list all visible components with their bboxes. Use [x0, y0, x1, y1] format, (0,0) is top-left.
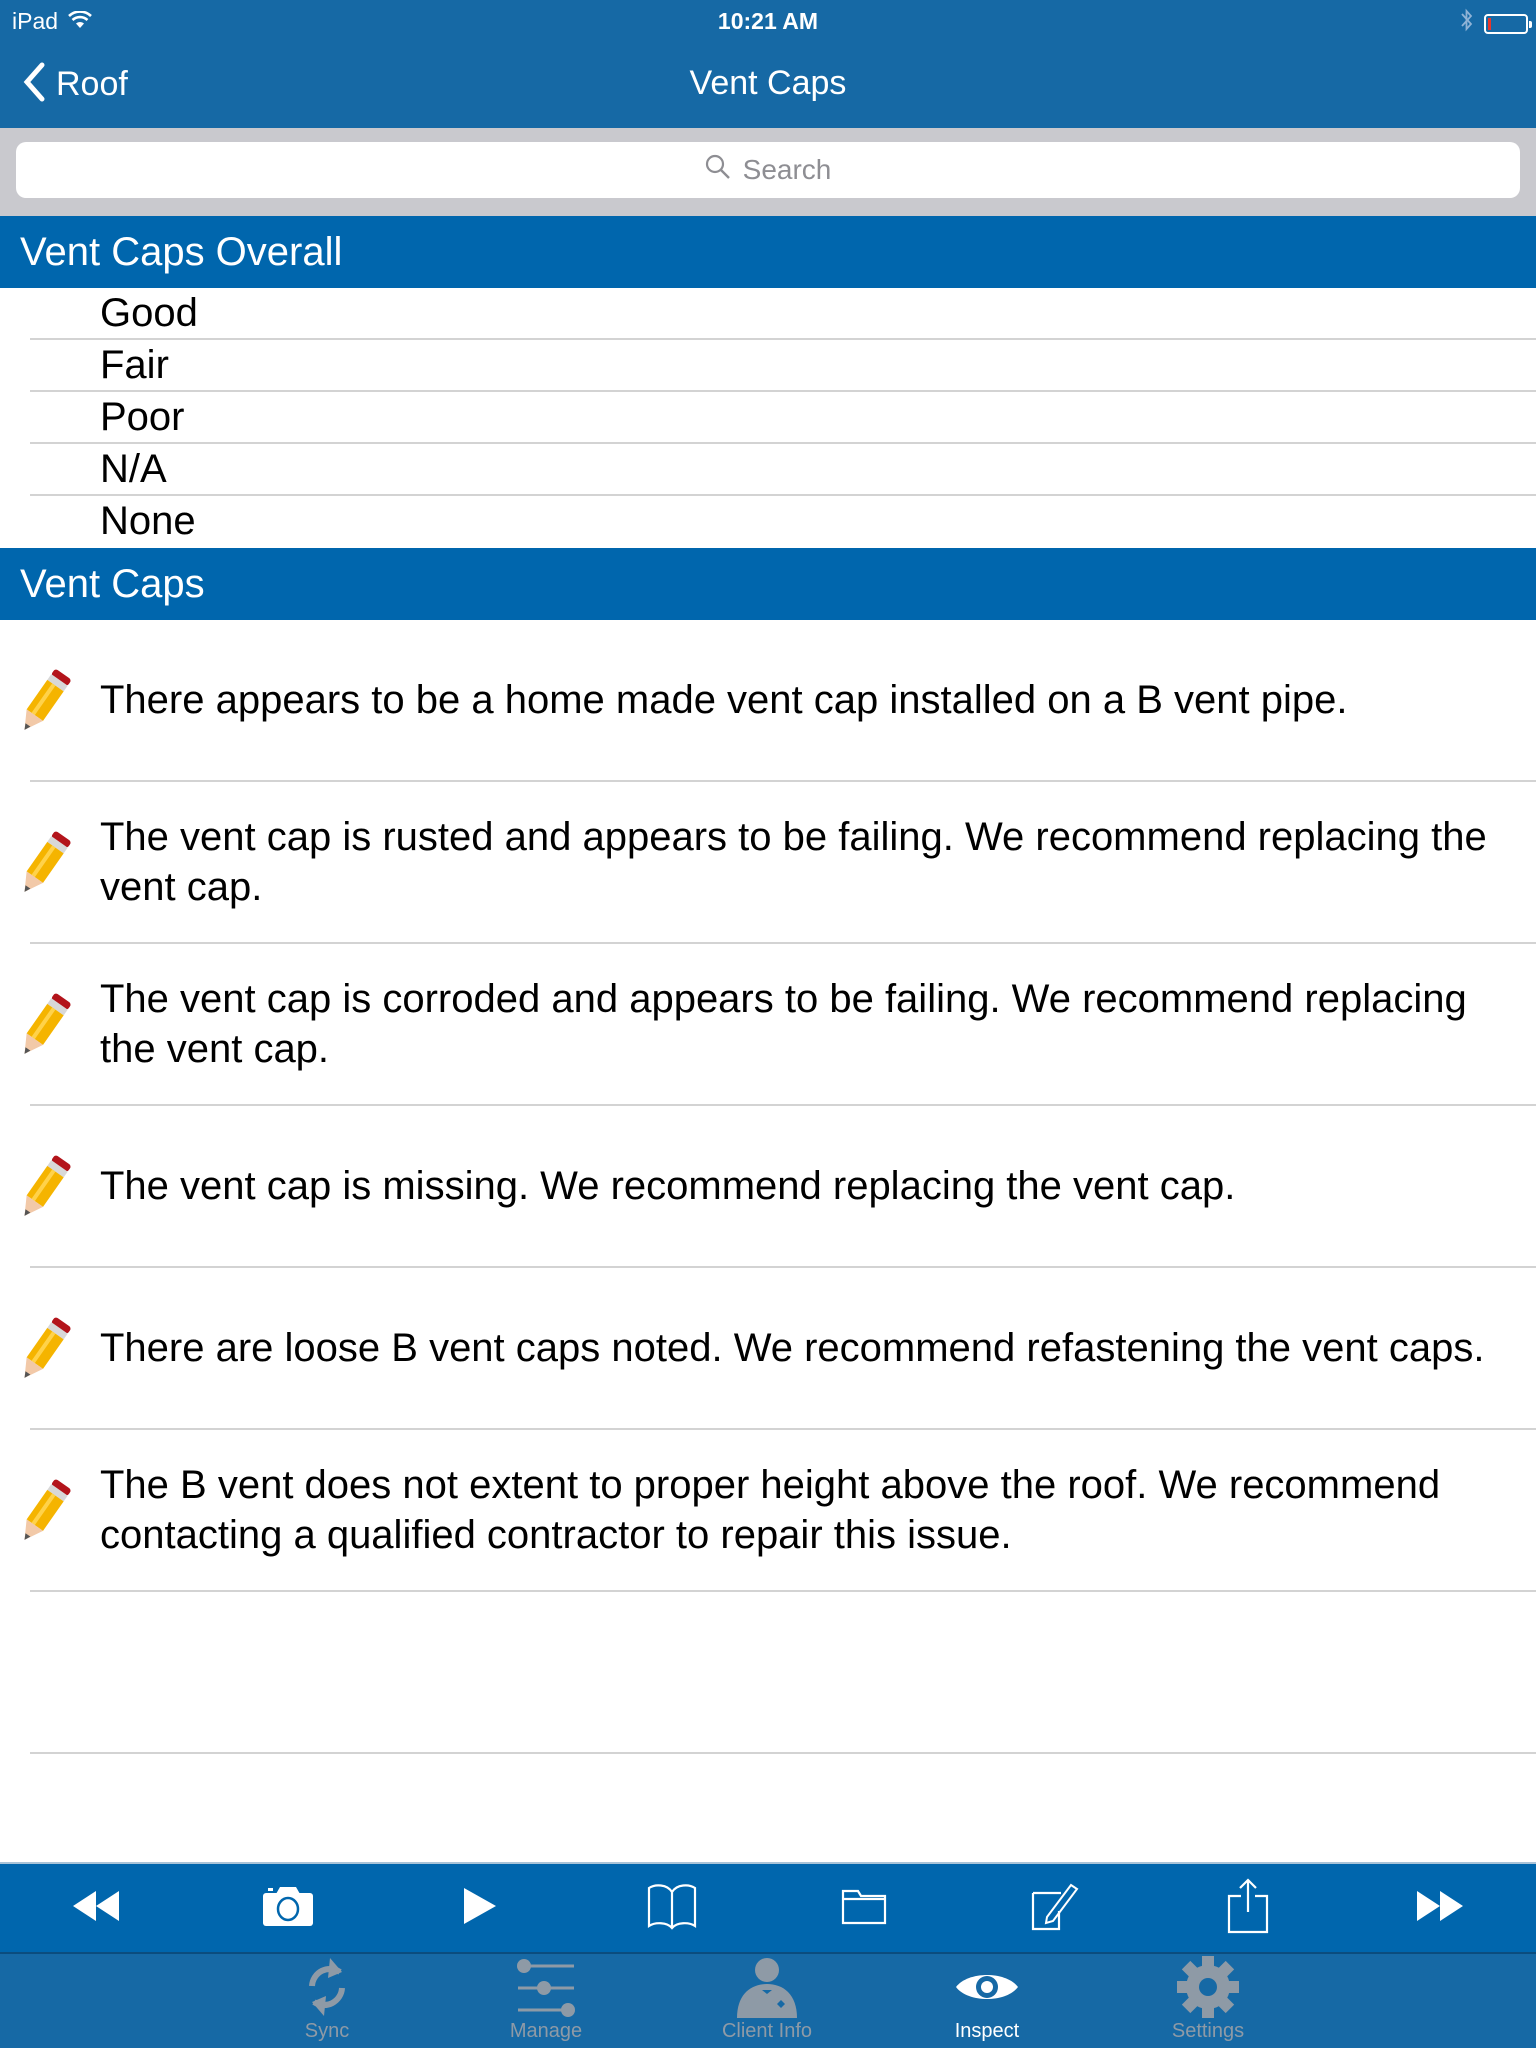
eye-icon [917, 1954, 1057, 2020]
overall-option[interactable]: Good [30, 288, 1536, 340]
tab-label: Client Info [721, 2020, 813, 2042]
comment-text: There are loose B vent caps noted. We re… [100, 1326, 1485, 1370]
status-time: 10:21 AM [717, 8, 819, 34]
play-icon [462, 1886, 498, 1931]
comment-row[interactable]: The vent cap is rusted and appears to be… [24, 782, 1536, 944]
comment-text: The vent cap is missing. We recommend re… [100, 1164, 1236, 1208]
comment-row[interactable]: The B vent does not extent to proper hei… [24, 1430, 1536, 1592]
pencil-icon[interactable] [12, 664, 76, 740]
book-icon [647, 1882, 697, 1935]
pencil-icon[interactable] [12, 1312, 76, 1388]
search-input[interactable]: Search [16, 142, 1520, 198]
tab-inspect[interactable]: Inspect [917, 1954, 1057, 2048]
edit-icon [1031, 1881, 1081, 1936]
overall-option[interactable]: None [30, 496, 1536, 548]
overall-option[interactable]: Fair [30, 340, 1536, 392]
comments-list: There appears to be a home made vent cap… [0, 620, 1536, 1754]
camera-icon [262, 1885, 314, 1932]
search-bar: Search [0, 128, 1536, 216]
overall-option[interactable]: Poor [30, 392, 1536, 444]
folder-icon [841, 1886, 887, 1931]
empty-row [30, 1592, 1536, 1754]
battery-level [1488, 17, 1491, 30]
folder-button[interactable] [819, 1868, 909, 1948]
tab-label: Inspect [954, 2020, 1020, 2042]
tab-client-info[interactable]: Client Info [697, 1954, 837, 2048]
tab-label: Settings [1171, 2020, 1245, 2042]
page-title: Vent Caps [689, 64, 847, 102]
comment-row[interactable]: There appears to be a home made vent cap… [24, 620, 1536, 782]
sync-icon [257, 1954, 397, 2020]
tab-label: Manage [509, 2020, 583, 2042]
comment-text: The vent cap is corroded and appears to … [100, 977, 1467, 1071]
gear-icon [1138, 1954, 1278, 2020]
person-icon [697, 1954, 837, 2020]
pencil-icon[interactable] [12, 1150, 76, 1226]
overall-option[interactable]: N/A [30, 444, 1536, 496]
book-button[interactable] [627, 1868, 717, 1948]
battery-icon [1484, 13, 1532, 34]
comment-text: There appears to be a home made vent cap… [100, 678, 1348, 722]
rewind-icon [71, 1889, 121, 1928]
comment-row[interactable]: The vent cap is missing. We recommend re… [24, 1106, 1536, 1268]
tab-bar: Sync Manage Client Info Inspect Settings [0, 1952, 1536, 2048]
sliders-icon [476, 1954, 616, 2020]
comment-row[interactable]: The vent cap is corroded and appears to … [24, 944, 1536, 1106]
overall-list: Good Fair Poor N/A None [0, 288, 1536, 548]
top-bar: iPad 10:21 AM Roof Vent Caps [0, 0, 1536, 128]
section-header-overall: Vent Caps Overall [0, 216, 1536, 288]
bluetooth-icon [1460, 8, 1474, 39]
tab-label: Sync [304, 2020, 350, 2042]
tab-sync[interactable]: Sync [257, 1954, 397, 2048]
tab-settings[interactable]: Settings [1138, 1954, 1278, 2048]
section-header-comments: Vent Caps [0, 548, 1536, 620]
fast-forward-button[interactable] [1395, 1868, 1485, 1948]
pencil-icon[interactable] [12, 826, 76, 902]
tab-manage[interactable]: Manage [476, 1954, 616, 2048]
play-button[interactable] [435, 1868, 525, 1948]
status-right [1460, 8, 1532, 39]
share-button[interactable] [1203, 1868, 1293, 1948]
share-icon [1226, 1877, 1270, 1939]
pencil-icon[interactable] [12, 988, 76, 1064]
rewind-button[interactable] [51, 1868, 141, 1948]
pencil-icon[interactable] [12, 1474, 76, 1550]
fast-forward-icon [1415, 1889, 1465, 1928]
comment-text: The B vent does not extent to proper hei… [100, 1463, 1441, 1557]
edit-button[interactable] [1011, 1868, 1101, 1948]
status-bar: iPad 10:21 AM [0, 0, 1536, 40]
comment-text: The vent cap is rusted and appears to be… [100, 815, 1487, 909]
navigation-bar: Roof Vent Caps [0, 58, 1536, 114]
action-toolbar [0, 1862, 1536, 1952]
search-placeholder: Search [742, 154, 832, 185]
screen: iPad 10:21 AM Roof Vent Caps Search Vent… [0, 0, 1536, 2048]
search-icon [705, 154, 731, 187]
comment-row[interactable]: There are loose B vent caps noted. We re… [24, 1268, 1536, 1430]
camera-button[interactable] [243, 1868, 333, 1948]
